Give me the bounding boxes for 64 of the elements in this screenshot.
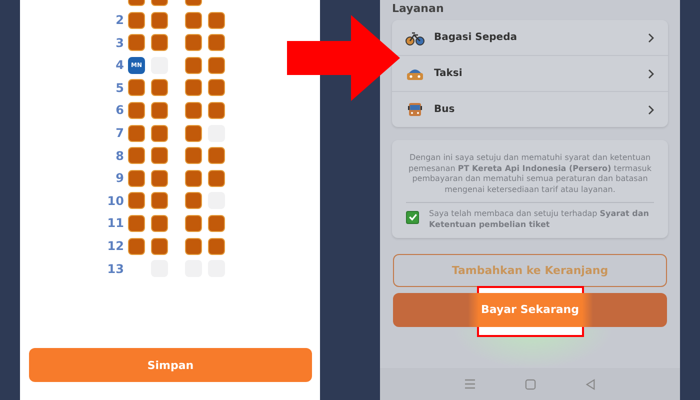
seat[interactable] <box>208 238 225 255</box>
seat[interactable] <box>151 124 168 142</box>
seat[interactable] <box>151 214 168 232</box>
row-number: 2 <box>114 13 124 28</box>
seat[interactable] <box>208 34 225 52</box>
row-number: 12 <box>106 239 124 254</box>
row-number: 9 <box>114 171 124 186</box>
row-number: 4 <box>114 58 124 72</box>
chevron-icon <box>648 32 654 42</box>
seat[interactable] <box>208 79 225 96</box>
seat[interactable] <box>128 34 145 52</box>
seat[interactable] <box>208 214 225 232</box>
seat[interactable] <box>151 192 168 210</box>
seat[interactable] <box>185 124 202 142</box>
row-number: 5 <box>114 80 124 95</box>
seat[interactable] <box>185 170 202 187</box>
row-number: 7 <box>114 126 124 140</box>
seat[interactable] <box>151 34 168 52</box>
seat[interactable] <box>128 192 145 210</box>
row-number: 13 <box>106 262 124 276</box>
seat[interactable] <box>151 79 168 96</box>
seat[interactable] <box>208 170 225 187</box>
seat[interactable] <box>128 124 145 142</box>
seat[interactable] <box>208 102 225 119</box>
checkbox[interactable] <box>406 210 419 224</box>
chevron-icon <box>648 68 654 78</box>
seat[interactable] <box>128 79 145 96</box>
row-number: 8 <box>114 148 124 163</box>
seat[interactable] <box>185 147 202 164</box>
seat[interactable] <box>185 79 202 96</box>
seat[interactable] <box>208 12 225 29</box>
seat[interactable] <box>185 34 202 52</box>
service-item[interactable]: Bus <box>392 92 668 127</box>
service-item[interactable]: Bagasi Sepeda <box>392 20 668 56</box>
row-number: 6 <box>114 103 124 118</box>
seat[interactable] <box>151 238 168 255</box>
row-number: 10 <box>106 194 124 208</box>
seat[interactable] <box>151 147 168 164</box>
chevron-icon <box>648 104 654 114</box>
seat[interactable] <box>128 214 145 232</box>
seat[interactable] <box>151 102 168 119</box>
seat[interactable] <box>151 12 168 29</box>
seat[interactable] <box>208 147 225 164</box>
seat[interactable] <box>185 102 202 119</box>
section-title: Layanan <box>391 1 445 17</box>
seat[interactable] <box>185 56 202 74</box>
seat[interactable] <box>208 56 225 74</box>
agreement-text: Saya telah membaca dan setuju terhadap Syarat dan Ketentuan pembelian tiket <box>429 208 650 230</box>
bus-icon <box>405 102 425 118</box>
bicycle-icon <box>405 30 425 46</box>
seat[interactable] <box>185 214 202 232</box>
arrow-icon <box>287 15 400 101</box>
seat[interactable] <box>128 102 145 119</box>
consent-text: Dengan ini saya setuju dan mematuhi syarat dan ketentuan pemesanan PT Kereta Api Indonesia (Persero) termasuk pembayaran dan mematuhi semua peraturan dan batasan mengenai ketersediaan tarif atau layanan. <box>406 153 654 203</box>
seat[interactable] <box>128 12 145 29</box>
seat[interactable] <box>185 238 202 255</box>
seat[interactable] <box>128 238 145 255</box>
row-number: 3 <box>114 36 124 50</box>
row-number: 11 <box>106 216 124 230</box>
seat[interactable] <box>185 12 202 29</box>
seat[interactable] <box>128 147 145 164</box>
seat[interactable] <box>151 170 168 187</box>
seat[interactable] <box>185 192 202 210</box>
seat[interactable] <box>128 170 145 187</box>
